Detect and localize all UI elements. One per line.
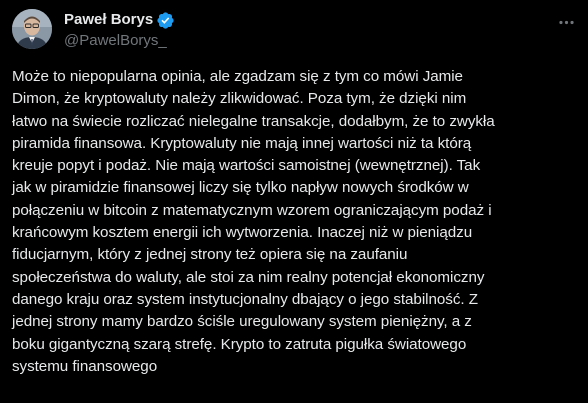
author-display-name[interactable]: Paweł Borys [64,10,153,30]
tweet-text: Może to niepopularna opinia, ale zgadzam… [12,68,495,375]
avatar[interactable] [12,9,52,49]
author-name-row: Paweł Borys [64,10,175,30]
tweet-card: Paweł Borys @PawelBorys_ Może to niepopu… [0,0,588,403]
verified-badge-icon [156,11,175,30]
author-handle[interactable]: @PawelBorys_ [64,31,167,51]
more-horizontal-icon [557,13,576,32]
more-options-button[interactable] [550,6,582,38]
